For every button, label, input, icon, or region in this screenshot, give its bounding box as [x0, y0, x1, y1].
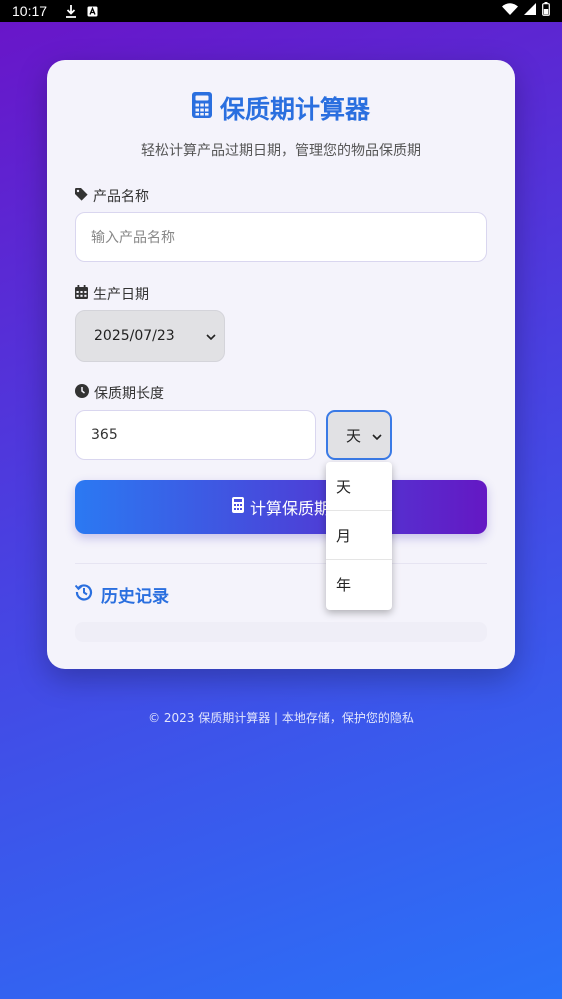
- signal-icon: [524, 3, 536, 19]
- unit-selected-value: 天: [346, 426, 362, 445]
- unit-option-day[interactable]: 天: [326, 462, 392, 511]
- unit-option-month[interactable]: 月: [326, 511, 392, 560]
- history-icon: [74, 583, 93, 606]
- subtitle: 轻松计算产品过期日期，管理您的物品保质期: [141, 143, 421, 159]
- unit-option-year[interactable]: 年: [326, 560, 392, 609]
- notification-icon: [87, 6, 98, 17]
- production-date-label: 生产日期: [75, 284, 149, 304]
- shelf-life-label: 保质期长度: [75, 383, 164, 403]
- calculator-icon: [231, 497, 244, 517]
- shelf-life-value: 365: [91, 427, 118, 443]
- wifi-icon: [502, 3, 518, 19]
- shelf-life-unit-select[interactable]: 天: [326, 410, 392, 460]
- title-text: 保质期计算器: [219, 95, 370, 124]
- status-time: 10:17: [12, 3, 48, 19]
- status-bar: 10:17: [0, 0, 562, 22]
- calculator-icon: [191, 92, 212, 124]
- battery-icon: [542, 2, 550, 20]
- calculator-card: 保质期计算器 轻松计算产品过期日期，管理您的物品保质期 产品名称 输入产品名称 …: [47, 60, 515, 669]
- calculate-button-label: 计算保质期: [249, 499, 330, 518]
- shelf-life-input[interactable]: 365: [75, 410, 316, 460]
- unit-dropdown-menu: 天 月 年: [326, 462, 392, 610]
- tag-icon: [75, 187, 88, 205]
- history-list: [75, 622, 487, 642]
- calendar-icon: [75, 285, 88, 303]
- product-name-input[interactable]: 输入产品名称: [75, 212, 487, 262]
- divider: [75, 563, 487, 564]
- production-date-select[interactable]: 2025/07/23: [75, 310, 225, 362]
- product-name-placeholder: 输入产品名称: [91, 230, 175, 246]
- chevron-down-icon: [372, 426, 382, 444]
- product-name-label: 产品名称: [75, 186, 149, 206]
- page-title: 保质期计算器: [47, 90, 515, 126]
- history-title: 历史记录: [74, 582, 169, 607]
- clock-icon: [75, 384, 89, 402]
- download-icon: [65, 4, 77, 18]
- production-date-value: 2025/07/23: [94, 328, 175, 344]
- chevron-down-icon: [206, 328, 216, 344]
- footer: © 2023 保质期计算器 | 本地存储，保护您的隐私: [148, 711, 414, 725]
- calculate-button[interactable]: 计算保质期: [75, 480, 487, 534]
